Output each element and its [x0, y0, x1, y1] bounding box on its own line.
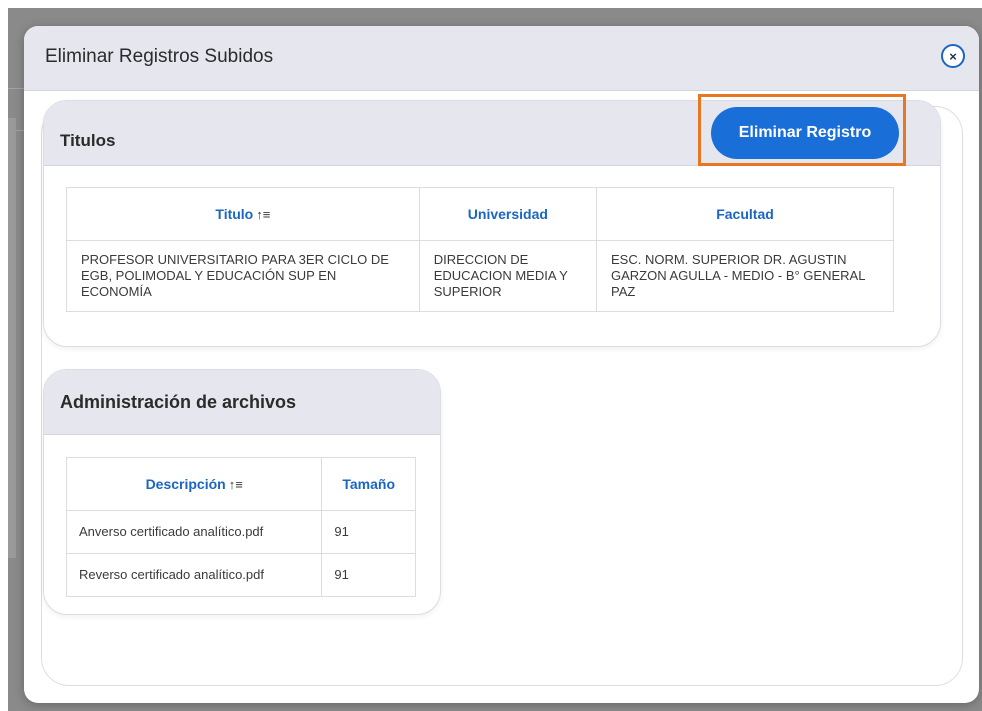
- background-panel: [8, 118, 16, 558]
- table-row[interactable]: Reverso certificado analítico.pdf 91: [65, 553, 416, 597]
- table-row[interactable]: Anverso certificado analítico.pdf 91: [65, 510, 416, 554]
- column-header-tamano[interactable]: Tamaño: [321, 457, 416, 511]
- cell-descripcion: Reverso certificado analítico.pdf: [65, 553, 323, 597]
- archivos-card-title: Administración de archivos: [60, 392, 297, 412]
- cell-descripcion: Anverso certificado analítico.pdf: [65, 510, 323, 554]
- cell-tamano: 91: [321, 553, 416, 597]
- sort-ascending-icon[interactable]: ↑≡: [256, 207, 270, 222]
- archivos-card-header: Administración de archivos: [44, 370, 440, 435]
- table-header-row: Titulo ↑≡ Universidad Facultad: [66, 187, 894, 241]
- cell-universidad: DIRECCION DE EDUCACION MEDIA Y SUPERIOR: [418, 240, 598, 312]
- column-header-titulo[interactable]: Titulo ↑≡: [66, 187, 420, 241]
- column-header-facultad[interactable]: Facultad: [596, 187, 894, 241]
- close-button-label: ×: [949, 48, 957, 64]
- column-header-label: Descripción: [145, 476, 226, 492]
- modal-title: Eliminar Registros Subidos: [45, 46, 274, 67]
- column-header-universidad[interactable]: Universidad: [418, 187, 598, 241]
- table-header-row: Descripción ↑≡ Tamaño: [65, 457, 416, 511]
- delete-record-button[interactable]: Eliminar Registro: [711, 107, 899, 159]
- column-header-descripcion[interactable]: Descripción ↑≡: [65, 457, 323, 511]
- cell-tamano: 91: [321, 510, 416, 554]
- archivos-card: Administración de archivos Descripción ↑≡…: [43, 369, 441, 615]
- sort-ascending-icon[interactable]: ↑≡: [229, 477, 243, 492]
- close-icon[interactable]: ×: [941, 44, 965, 68]
- table-row[interactable]: PROFESOR UNIVERSITARIO PARA 3ER CICLO DE…: [66, 240, 894, 312]
- titulos-card-title: Titulos: [60, 131, 116, 150]
- column-header-label: Titulo: [215, 206, 254, 222]
- cell-facultad: ESC. NORM. SUPERIOR DR. AGUSTIN GARZON A…: [596, 240, 894, 312]
- archivos-table: Descripción ↑≡ Tamaño Anverso certificado…: [65, 457, 416, 597]
- modal-header: Eliminar Registros Subidos ×: [24, 26, 979, 91]
- cell-titulo: PROFESOR UNIVERSITARIO PARA 3ER CICLO DE…: [66, 240, 420, 312]
- titulos-table: Titulo ↑≡ Universidad Facultad PROFESOR U…: [66, 187, 894, 312]
